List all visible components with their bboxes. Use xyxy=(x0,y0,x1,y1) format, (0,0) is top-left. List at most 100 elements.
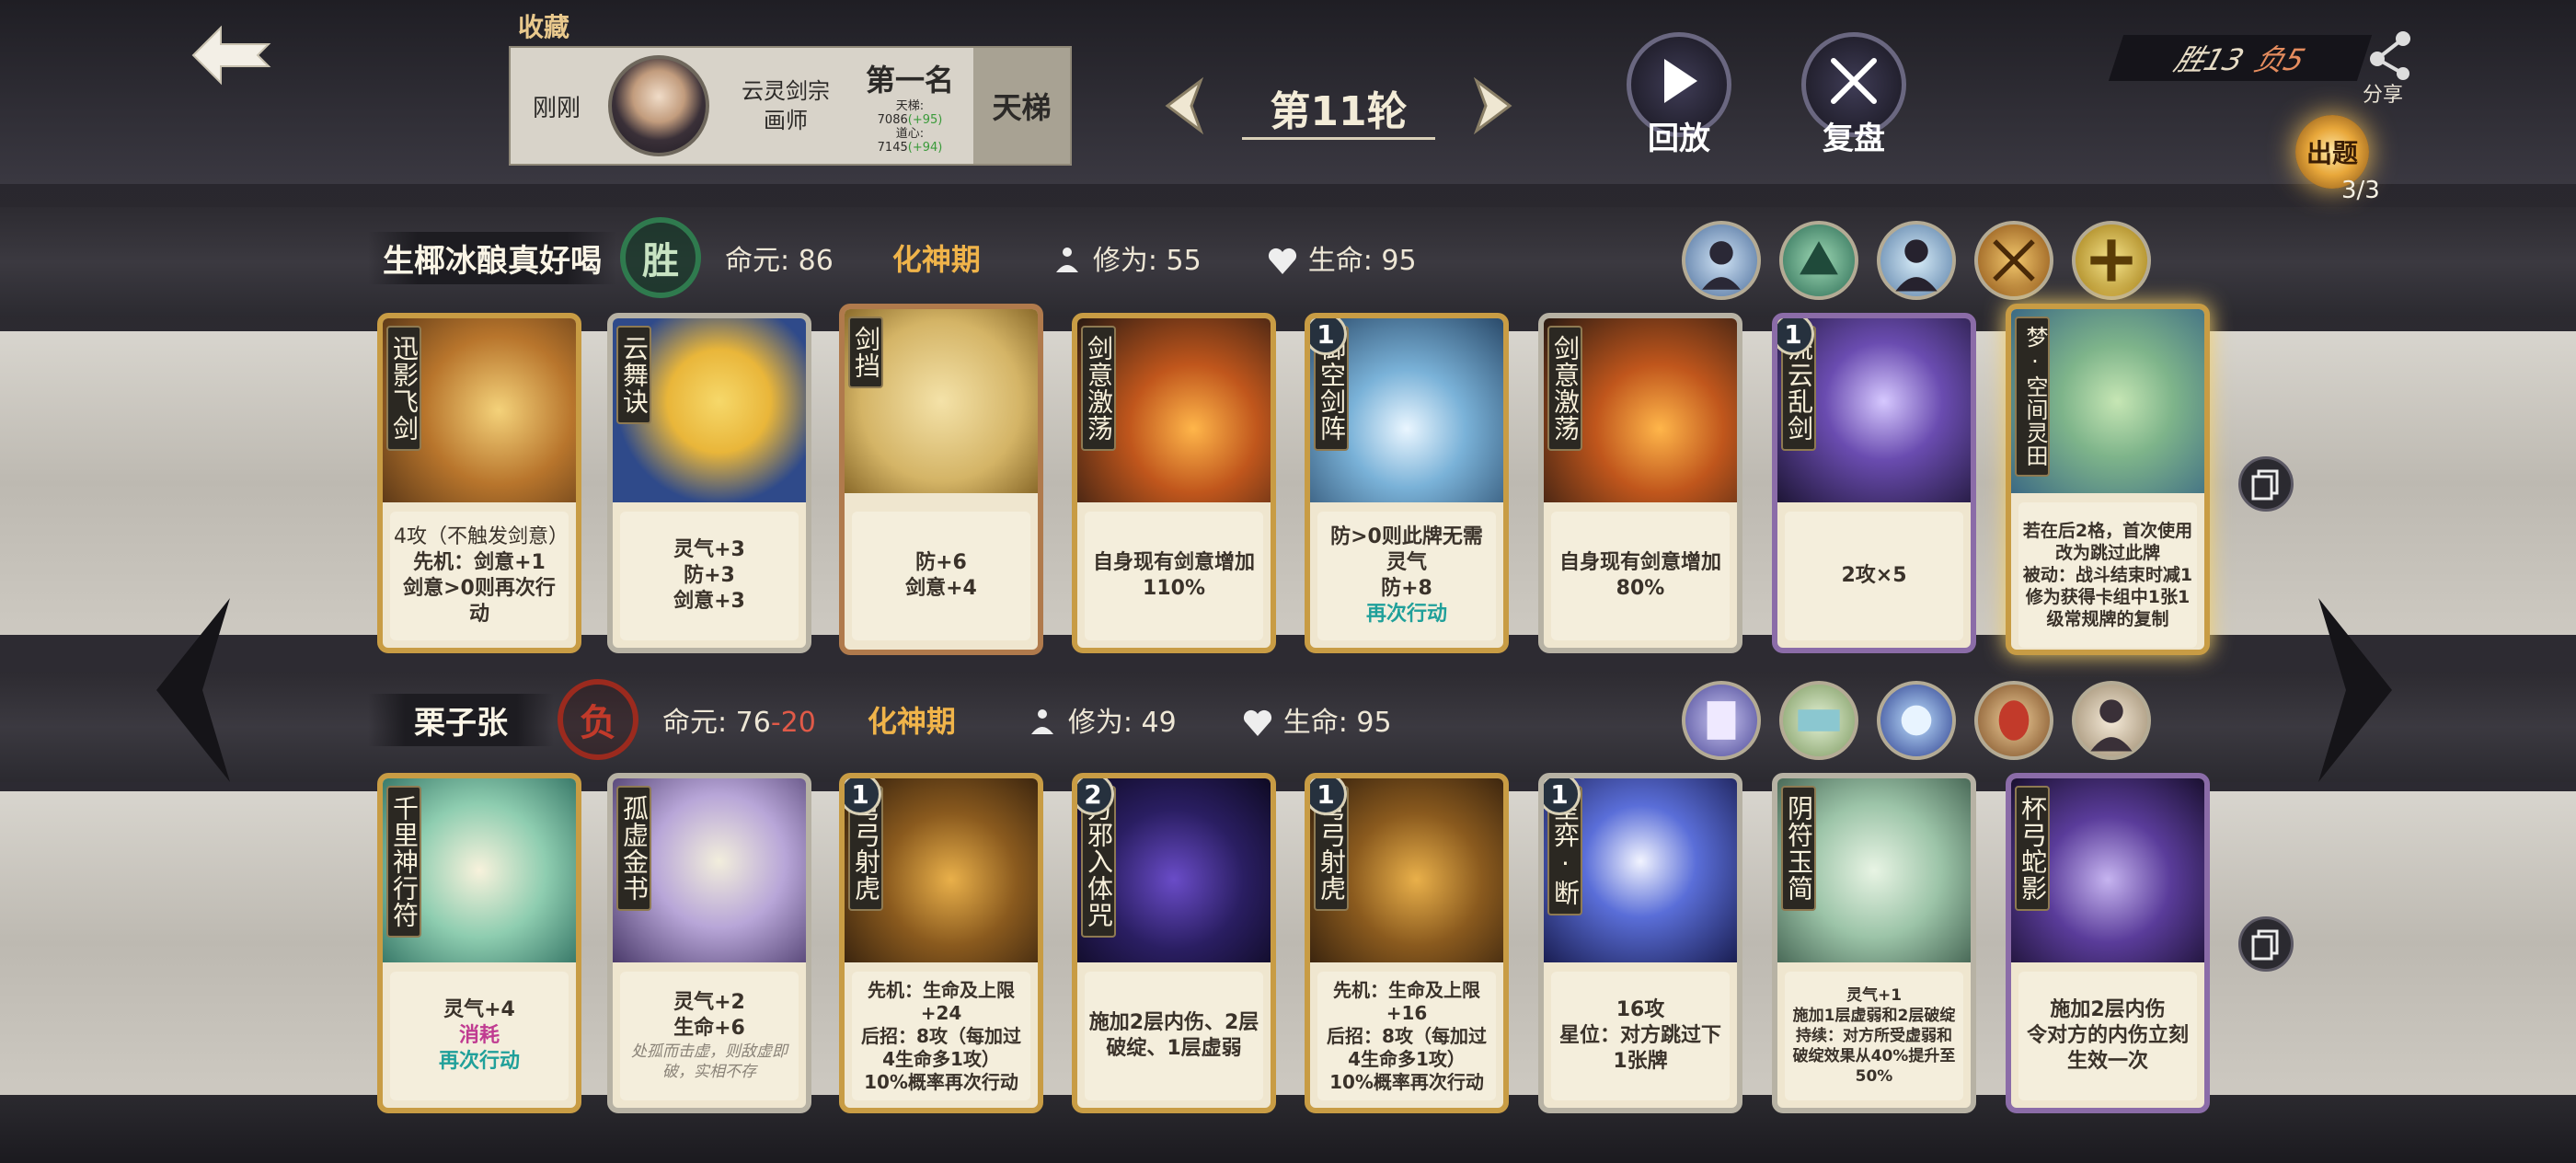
card[interactable]: 剑挡 防+6 剑意+4 xyxy=(839,304,1043,655)
card[interactable]: 阴符玉简 灵气+1 施加1层虚弱和2层破绽 持续：对方所受虚弱和破绽效果从40%… xyxy=(1772,773,1976,1113)
relic-slot-2[interactable] xyxy=(1779,221,1858,300)
player-avatar xyxy=(608,55,709,156)
prev-page-button[interactable] xyxy=(147,589,239,791)
card[interactable]: 弯弓射虎 1 先机：生命及上限+16 后招：8攻（每加过4生命多1攻） 10%概… xyxy=(1305,773,1509,1113)
card-line: 10%概率再次行动 xyxy=(864,1070,1018,1093)
cultivation-value: 49 xyxy=(1141,706,1177,739)
next-round-button[interactable] xyxy=(1458,74,1523,138)
relic-slot-5[interactable] xyxy=(2072,221,2151,300)
card-description: 自身现有剑意增加80% xyxy=(1551,512,1730,640)
mask-icon xyxy=(1998,700,2030,741)
card-name: 剑意激荡 xyxy=(1081,326,1116,451)
card[interactable]: 星弈·断 1 16攻 星位：对方跳过下1张牌 xyxy=(1538,773,1742,1113)
card[interactable]: 千里神行符 灵气+4 消耗 再次行动 xyxy=(377,773,581,1113)
card[interactable]: 剑意激荡 自身现有剑意增加110% xyxy=(1072,313,1276,653)
card[interactable]: 云舞诀 灵气+3 防+3 剑意+3 xyxy=(607,313,811,653)
card-description: 施加2层内伤 令对方的内伤立刻生效一次 xyxy=(2018,972,2197,1100)
copy-deck-button[interactable] xyxy=(2238,916,2294,972)
player2-stats: 栗子张 负 命元: 76-20 化神期 修为: 49 生命: 95 xyxy=(368,679,1656,760)
role-name: 画师 xyxy=(764,108,808,133)
card-line: 后招：8攻（每加过4生命多1攻） xyxy=(1327,1024,1487,1070)
player2-hp: 生命: 95 xyxy=(1241,699,1392,741)
card[interactable]: 梦·空间灵田 若在后2格，首次使用改为跳过此牌 被动：战斗结束时减1修为获得卡组… xyxy=(2006,304,2210,655)
card-line: 再次行动 xyxy=(1365,603,1447,626)
card[interactable]: 御空剑阵 1 防>0则此牌无需灵气 防+8 再次行动 xyxy=(1305,313,1509,653)
chevron-left-icon xyxy=(156,598,230,782)
player1-name[interactable]: 生椰冰酿真好喝 xyxy=(368,231,616,284)
player1-cultivation: 修为: 55 xyxy=(1051,237,1202,279)
rank-box: 第一名 天梯: 7086(+95) 道心: 7145(+94) xyxy=(855,57,965,155)
card-line: 先机：剑意+1 xyxy=(413,551,546,574)
hp-value: 95 xyxy=(1381,244,1417,277)
relic-slot-3[interactable] xyxy=(1877,221,1956,300)
orb-icon xyxy=(1901,705,1932,736)
card-name: 剑意激荡 xyxy=(1547,326,1582,451)
card-line: 防+6 xyxy=(915,551,967,574)
card[interactable]: 剑意激荡 自身现有剑意增加80% xyxy=(1538,313,1742,653)
card[interactable]: 万邪入体咒 2 施加2层内伤、2层破绽、1层虚弱 xyxy=(1072,773,1276,1113)
card[interactable]: 孤虚金书 灵气+2 生命+6 处孤而击虚，则敌虚即破，实相不存 xyxy=(607,773,811,1113)
meditation-icon xyxy=(1030,709,1053,735)
card-description: 防+6 剑意+4 xyxy=(852,512,1030,640)
life-core-label: 命元: xyxy=(662,707,728,739)
replay-label: 回放 xyxy=(1648,121,1710,157)
next-page-button[interactable] xyxy=(2309,589,2401,791)
card-line: 若在后2格，首次使用改为跳过此牌 xyxy=(2022,521,2193,563)
player2-name[interactable]: 栗子张 xyxy=(368,693,554,746)
card-description: 先机：生命及上限+16 后招：8攻（每加过4生命多1攻） 10%概率再次行动 xyxy=(1317,972,1496,1100)
favorite-label[interactable]: 收藏 xyxy=(518,7,569,44)
card-name: 迅影飞剑 xyxy=(386,326,421,451)
chevron-right-icon xyxy=(2318,598,2392,782)
cultivation-label: 修为: xyxy=(1092,244,1157,277)
review-label: 复盘 xyxy=(1823,121,1885,157)
card-line: 消耗 xyxy=(458,1024,500,1047)
copy-icon xyxy=(2251,929,2279,961)
relic-slot-1[interactable] xyxy=(1682,681,1761,760)
back-arrow-icon xyxy=(191,25,271,86)
replay-info-panel[interactable]: 刚刚 云灵剑宗 画师 第一名 天梯: 7086(+95) 道心: 7145(+9… xyxy=(509,46,1072,166)
back-button[interactable] xyxy=(184,18,276,92)
card-line: 灵气+2 xyxy=(673,991,745,1014)
copy-deck-button[interactable] xyxy=(2238,456,2294,512)
card[interactable]: 杯弓蛇影 施加2层内伤 令对方的内伤立刻生效一次 xyxy=(2006,773,2210,1113)
card-line: 剑意+3 xyxy=(673,590,745,613)
relic-slot-3[interactable] xyxy=(1877,681,1956,760)
relic-slot-4[interactable] xyxy=(1974,681,2053,760)
card-name: 杯弓蛇影 xyxy=(2015,786,2050,911)
prev-round-button[interactable] xyxy=(1155,74,1219,138)
crossed-swords-icon xyxy=(1831,58,1877,104)
character-portrait-icon xyxy=(1895,239,1938,292)
card-description: 施加2层内伤、2层破绽、1层虚弱 xyxy=(1085,972,1263,1100)
review-button[interactable]: 复盘 xyxy=(1794,32,1914,157)
replay-button[interactable]: 回放 xyxy=(1619,32,1739,157)
quiz-button[interactable]: 出题 3/3 xyxy=(2277,110,2397,212)
ladder-delta: (+95) xyxy=(907,113,943,127)
card-line: 2攻×5 xyxy=(1841,564,1907,587)
card-description: 灵气+3 防+3 剑意+3 xyxy=(620,512,799,640)
hp-value: 95 xyxy=(1356,706,1392,739)
card-name: 云舞诀 xyxy=(616,326,651,424)
card-line: 令对方的内伤立刻生效一次 xyxy=(2026,1024,2189,1073)
share-button[interactable]: 分享 xyxy=(2355,28,2429,107)
relic-slot-1[interactable] xyxy=(1682,221,1761,300)
scroll-icon xyxy=(1707,701,1736,740)
relic-slot-4[interactable] xyxy=(1974,221,2053,300)
card[interactable]: 迅影飞剑 4攻（不触发剑意） 先机：剑意+1 剑意>0则再次行动 xyxy=(377,313,581,653)
card-line: 防+3 xyxy=(684,564,735,587)
player2-realm: 化神期 xyxy=(867,704,956,739)
jade-slip-icon xyxy=(1798,709,1840,731)
card[interactable]: 流云乱剑 1 2攻×5 xyxy=(1772,313,1976,653)
quiz-count: 3/3 xyxy=(2341,177,2380,204)
relic-slot-5[interactable] xyxy=(2072,681,2151,760)
chevron-right-icon xyxy=(1473,76,1512,135)
relic-slot-2[interactable] xyxy=(1779,681,1858,760)
card-description: 先机：生命及上限+24 后招：8攻（每加过4生命多1攻） 10%概率再次行动 xyxy=(852,972,1030,1100)
card[interactable]: 弯弓射虎 1 先机：生命及上限+24 后招：8攻（每加过4生命多1攻） 10%概… xyxy=(839,773,1043,1113)
card-line: 持续：对方所受虚弱和破绽效果从40%提升至50% xyxy=(1792,1027,1956,1086)
card-level-badge: 1 xyxy=(1544,778,1581,815)
card-level-badge: 1 xyxy=(1777,318,1814,355)
mind-delta: (+94) xyxy=(907,141,943,155)
player2-result-badge: 负 xyxy=(558,679,638,760)
sect-name: 云灵剑宗 xyxy=(742,78,830,104)
card-name: 梦·空间灵田 xyxy=(2015,317,2050,477)
